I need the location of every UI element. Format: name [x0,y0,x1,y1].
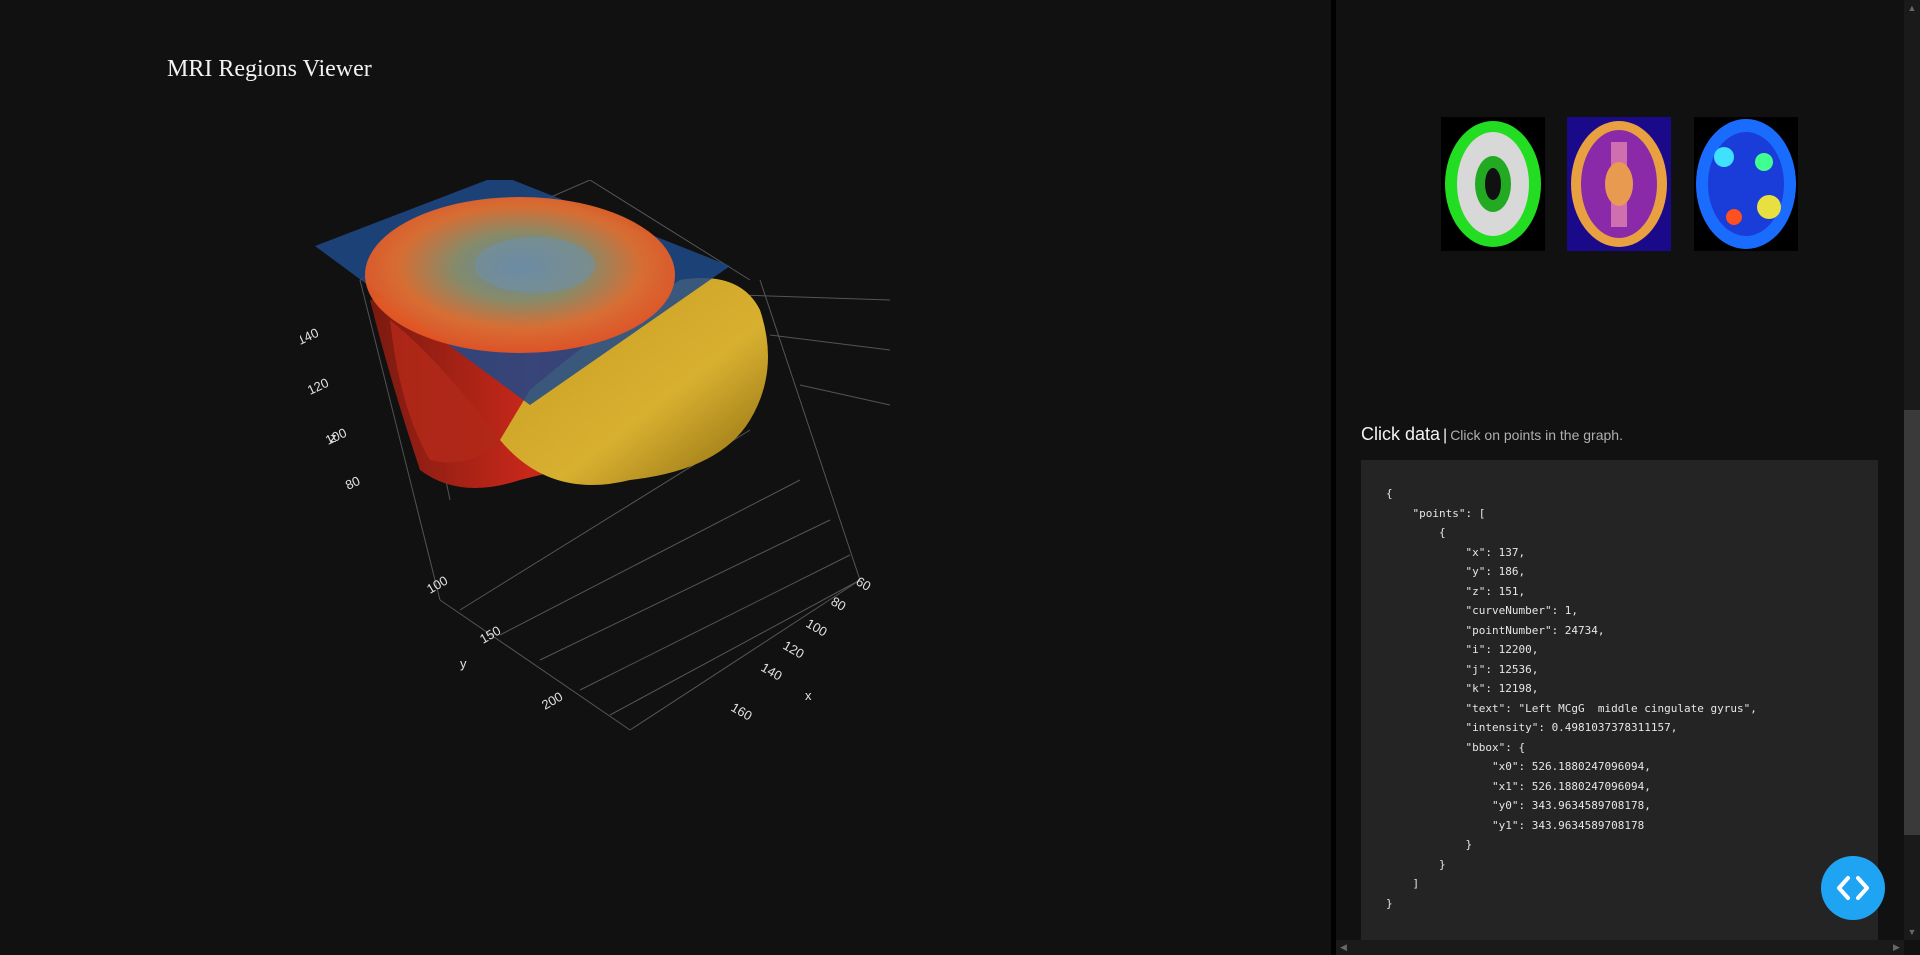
y-axis-label: y [460,656,467,671]
click-data-json: { "points": [ { "x": 137, "y": 186, "z":… [1386,487,1757,910]
horizontal-scrollbar[interactable]: ◀ ▶ [1336,940,1904,955]
y-tick: 200 [539,689,565,713]
scroll-up-icon[interactable]: ▲ [1904,0,1920,16]
click-data-title: Click data [1361,424,1441,444]
y-tick: 150 [477,623,503,647]
thumbnail-heatmap[interactable] [1694,117,1798,251]
thumbnail-plasma[interactable] [1567,117,1671,251]
x-tick: 100 [804,616,830,640]
brain-3d-plot[interactable]: 140 120 100 80 z 100 150 200 y 60 80 100… [300,180,940,740]
z-tick: 120 [305,375,331,398]
vertical-scrollbar[interactable]: ▲ ▼ [1904,0,1920,940]
main-panel: MRI Regions Viewer 140 120 100 80 z 100 … [0,0,1331,955]
page-title: MRI Regions Viewer [167,56,372,82]
z-tick: 140 [300,325,321,348]
x-tick: 160 [729,700,755,724]
scroll-left-icon[interactable]: ◀ [1336,940,1351,955]
scroll-down-icon[interactable]: ▼ [1904,924,1920,940]
click-data-heading: Click data | Click on points in the graph. [1361,424,1623,445]
scrollbar-thumb[interactable] [1904,410,1920,835]
thumbnail-gray-matter[interactable] [1441,117,1545,251]
y-tick: 100 [424,573,450,597]
side-panel: Click data | Click on points in the graph.… [1336,0,1900,955]
code-toggle-button[interactable] [1821,856,1885,920]
x-tick: 120 [781,638,807,662]
z-axis-label: z [330,430,337,445]
heading-separator: | [1443,427,1448,444]
x-tick: 140 [759,660,785,684]
x-tick: 80 [829,594,849,614]
x-axis-label: x [805,688,812,703]
code-brackets-icon [1837,876,1869,900]
click-data-output: { "points": [ { "x": 137, "y": 186, "z":… [1361,460,1878,940]
click-data-subtitle: Click on points in the graph. [1450,427,1623,443]
x-tick: 60 [854,574,874,594]
z-tick: 80 [343,473,362,493]
scroll-right-icon[interactable]: ▶ [1889,940,1904,955]
